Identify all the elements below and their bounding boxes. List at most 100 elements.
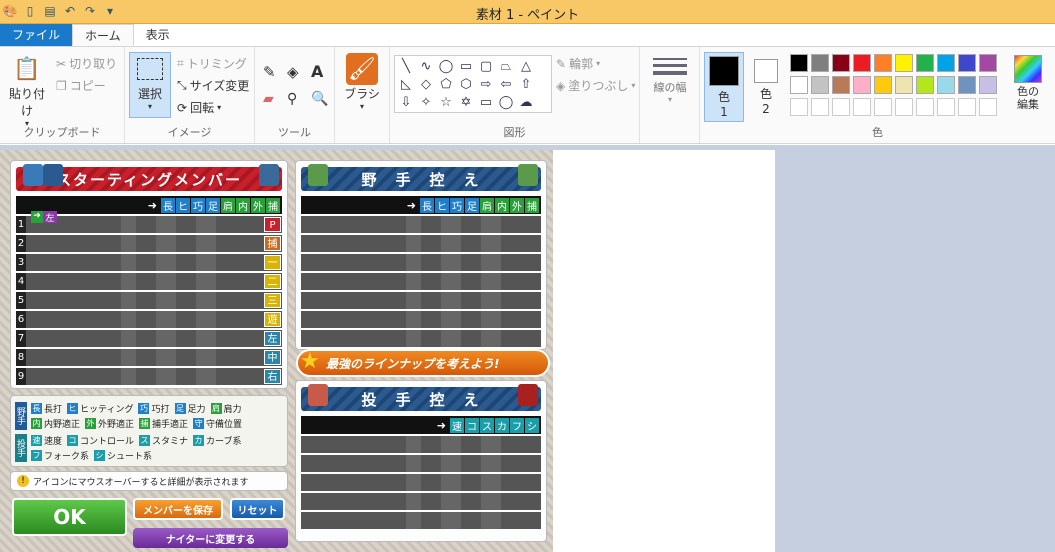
four-point-star-icon[interactable]: ✧ (416, 93, 436, 111)
eraser-icon[interactable]: ▰ (263, 91, 274, 107)
palette-swatch-empty[interactable] (853, 98, 871, 116)
palette-swatch[interactable] (832, 76, 850, 94)
pencil-icon[interactable]: ✎ (263, 63, 276, 81)
table-row[interactable]: 3一 (16, 254, 282, 271)
table-row[interactable] (301, 455, 541, 472)
ability-icon[interactable]: 巧 (450, 197, 464, 213)
ability-icon[interactable]: 捕 (266, 197, 280, 213)
ability-icon[interactable]: 長 (420, 197, 434, 213)
palette-swatch[interactable] (790, 54, 808, 72)
ability-icon[interactable]: 内 (495, 197, 509, 213)
ability-icon[interactable]: コ (465, 417, 479, 433)
select-button[interactable]: 選択 ▾ (129, 52, 171, 118)
table-row[interactable] (301, 235, 541, 252)
reset-button[interactable]: リセット (230, 498, 285, 520)
tab-file[interactable]: ファイル (0, 24, 73, 46)
palette-swatch[interactable] (853, 54, 871, 72)
table-row[interactable] (301, 330, 541, 347)
left-arrow-shape-icon[interactable]: ⇦ (496, 75, 516, 93)
rounded-rectangle-shape-icon[interactable]: ▢ (476, 57, 496, 75)
palette-swatch[interactable] (811, 76, 829, 94)
ability-icon[interactable]: 足 (206, 197, 220, 213)
ability-icon[interactable]: ヒ (176, 197, 190, 213)
callout-oval-icon[interactable]: ◯ (496, 93, 516, 111)
palette-swatch-empty[interactable] (958, 98, 976, 116)
shapes-gallery[interactable]: ╲ ∿ ◯ ▭ ▢ ⏢ △ ◺ ◇ ⬠ ⬡ ⇨ ⇦ ⇧ ⇩ ✧ ☆ ✡ ▭ ◯ … (394, 55, 552, 113)
palette-swatch-empty[interactable] (874, 98, 892, 116)
ability-icon[interactable]: 肩 (221, 197, 235, 213)
table-row[interactable] (301, 216, 541, 233)
table-row[interactable] (301, 311, 541, 328)
palette-swatch[interactable] (832, 54, 850, 72)
brushes-button[interactable]: 🖌 ブラシ ▾ (341, 53, 383, 111)
palette-swatch-empty[interactable] (979, 98, 997, 116)
ability-icon[interactable]: フ (510, 417, 524, 433)
table-row[interactable] (301, 254, 541, 271)
ability-icon[interactable]: 捕 (525, 197, 539, 213)
curve-shape-icon[interactable]: ∿ (416, 57, 436, 75)
copy-button[interactable]: ❐ コピー (56, 77, 106, 94)
palette-swatch[interactable] (937, 76, 955, 94)
palette-swatch-empty[interactable] (832, 98, 850, 116)
ability-icon[interactable]: 足 (465, 197, 479, 213)
palette-swatch[interactable] (916, 76, 934, 94)
hexagon-shape-icon[interactable]: ⬡ (456, 75, 476, 93)
ok-button[interactable]: OK (12, 498, 127, 536)
palette-swatch[interactable] (937, 54, 955, 72)
save-members-button[interactable]: メンバーを保存 (133, 498, 223, 520)
ability-icon[interactable]: シ (525, 417, 539, 433)
palette-swatch[interactable] (874, 54, 892, 72)
crop-button[interactable]: ⌗ トリミング (177, 55, 247, 72)
size-button[interactable]: 線の幅 ▾ (648, 55, 692, 104)
callout-rect-icon[interactable]: ▭ (476, 93, 496, 111)
palette-swatch-empty[interactable] (811, 98, 829, 116)
magnifier-icon[interactable]: 🔍 (311, 91, 328, 107)
palette-swatch-empty[interactable] (895, 98, 913, 116)
palette-swatch[interactable] (979, 76, 997, 94)
edit-colors-button[interactable]: 色の編集 (1008, 55, 1048, 111)
palette-swatch[interactable] (895, 76, 913, 94)
polygon-shape-icon[interactable]: ⏢ (496, 57, 516, 75)
table-row[interactable] (301, 273, 541, 290)
table-row[interactable] (301, 512, 541, 529)
table-row[interactable]: 9右 (16, 368, 282, 385)
fill-bucket-icon[interactable]: ◈ (287, 63, 299, 81)
palette-swatch[interactable] (895, 54, 913, 72)
table-row[interactable]: 8中 (16, 349, 282, 366)
table-row[interactable]: 7左 (16, 330, 282, 347)
palette-swatch-empty[interactable] (937, 98, 955, 116)
five-point-star-icon[interactable]: ☆ (436, 93, 456, 111)
palette-swatch[interactable] (958, 76, 976, 94)
palette-swatch[interactable] (916, 54, 934, 72)
oval-shape-icon[interactable]: ◯ (436, 57, 456, 75)
palette-swatch[interactable] (979, 54, 997, 72)
table-row[interactable]: 6遊 (16, 311, 282, 328)
table-row[interactable] (301, 493, 541, 510)
tab-view[interactable]: 表示 (134, 24, 182, 46)
cut-button[interactable]: ✂ 切り取り (56, 55, 117, 72)
color1-button[interactable]: 色 1 (704, 52, 744, 122)
ability-icon[interactable]: ヒ (435, 197, 449, 213)
callout-cloud-icon[interactable]: ☁ (516, 93, 536, 111)
up-arrow-shape-icon[interactable]: ⇧ (516, 75, 536, 93)
paste-button[interactable]: 📋 貼り付け ▾ (4, 53, 50, 129)
palette-swatch-empty[interactable] (916, 98, 934, 116)
ability-icon[interactable]: 外 (510, 197, 524, 213)
ability-icon[interactable]: 巧 (191, 197, 205, 213)
ability-icon[interactable]: 外 (251, 197, 265, 213)
ability-icon[interactable]: 肩 (480, 197, 494, 213)
ability-icon[interactable]: 速 (450, 417, 464, 433)
color2-button[interactable]: 色 2 (748, 55, 784, 116)
table-row[interactable]: 4二 (16, 273, 282, 290)
table-row[interactable] (301, 436, 541, 453)
rectangle-shape-icon[interactable]: ▭ (456, 57, 476, 75)
down-arrow-shape-icon[interactable]: ⇩ (396, 93, 416, 111)
table-row[interactable] (301, 474, 541, 491)
palette-swatch[interactable] (790, 76, 808, 94)
resize-button[interactable]: ⤡ サイズ変更 (177, 77, 249, 94)
fill-button[interactable]: ◈ 塗りつぶし ▾ (556, 77, 635, 94)
ability-icon[interactable]: カ (495, 417, 509, 433)
ability-icon[interactable]: 内 (236, 197, 250, 213)
right-arrow-shape-icon[interactable]: ⇨ (476, 75, 496, 93)
night-mode-button[interactable]: ナイターに変更する (133, 528, 288, 548)
